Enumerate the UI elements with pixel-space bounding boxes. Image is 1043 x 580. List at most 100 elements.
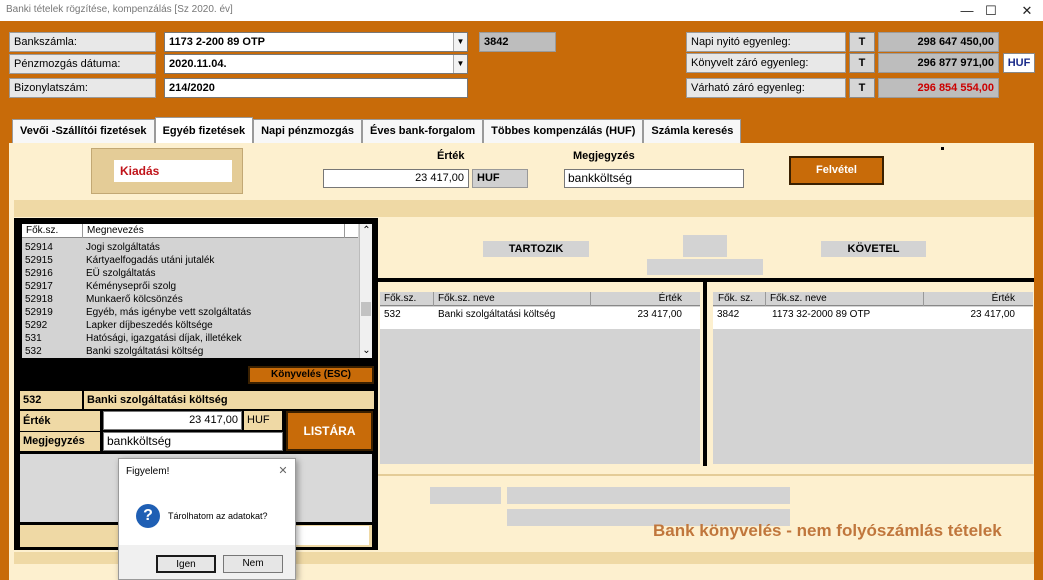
bankszamla-label: Bankszámla: — [9, 32, 156, 52]
account-list[interactable]: Fők.sz. Megnevezés 52914 Jogi szolgáltatá… — [22, 224, 372, 358]
listara-button[interactable]: LISTÁRA — [286, 411, 373, 451]
selected-ertek-input[interactable]: 23 417,00 — [103, 411, 242, 430]
kovetel-table: Fők. sz. Fők.sz. neve Érték 3842 1173 32… — [713, 292, 1033, 464]
no-button[interactable]: Nem — [223, 555, 283, 573]
bankszamla-code: 3842 — [479, 32, 556, 52]
col-megnevezes-header[interactable]: Megnevezés — [82, 224, 144, 238]
selected-ertek-label: Érték — [20, 411, 100, 431]
chevron-down-icon[interactable]: ▼ — [453, 55, 467, 73]
konyvelt-zaro-t-button[interactable]: T — [849, 53, 875, 73]
scroll-down-icon[interactable]: ⌄ — [360, 344, 373, 357]
bizonylat-label: Bizonylatszám: — [9, 78, 156, 98]
ertek-input[interactable]: 23 417,00 — [323, 169, 469, 188]
table-row[interactable]: 532 Banki szolgáltatási költség 23 417,0… — [380, 307, 700, 323]
ledger-bottom-rule — [378, 474, 1034, 476]
napi-nyito-t-button[interactable]: T — [849, 32, 875, 52]
yes-button[interactable]: Igen — [156, 555, 216, 573]
question-icon: ? — [136, 504, 160, 528]
dialog-close-icon[interactable]: ✕ — [275, 463, 291, 479]
center-gray-box — [683, 235, 727, 257]
title-bar: Banki tételek rögzítése, kompenzálás [Sz… — [0, 0, 1043, 21]
scroll-up-icon[interactable]: ⌃ — [360, 224, 373, 237]
account-rows: 52914 Jogi szolgáltatás 52915 Kártyaelfoga… — [22, 241, 358, 358]
penzmozgas-value: 2020.11.04. — [169, 58, 227, 70]
tab-szamla-kereses[interactable]: Számla keresés — [643, 119, 742, 144]
window-title: Banki tételek rögzítése, kompenzálás [Sz… — [6, 4, 233, 15]
selected-megjegyzes-label: Megjegyzés — [20, 432, 100, 451]
napi-nyito-label: Napi nyitó egyenleg: — [686, 32, 846, 52]
center-gray-bar — [647, 259, 763, 275]
megjegyzes-input[interactable]: bankköltség — [564, 169, 744, 188]
kovetel-col-ertek[interactable]: Érték — [923, 292, 1015, 306]
tab-eves-bank-forgalom[interactable]: Éves bank-forgalom — [362, 119, 484, 144]
tab-tobbes-kompenzalas[interactable]: Többes kompenzálás (HUF) — [483, 119, 644, 144]
table-row[interactable]: 3842 1173 32-2000 89 OTP 23 417,00 — [713, 307, 1033, 323]
kiadas-label: Kiadás — [114, 160, 232, 182]
divider-bar — [14, 200, 1034, 217]
bizonylat-input[interactable]: 214/2020 — [164, 78, 468, 98]
list-item[interactable]: 52914 Jogi szolgáltatás — [22, 241, 358, 254]
scroll-thumb[interactable] — [361, 302, 371, 316]
penzmozgas-label: Pénzmozgás dátuma: — [9, 54, 156, 74]
tartozik-col-name[interactable]: Fők.sz. neve — [433, 292, 495, 306]
bankszamla-select[interactable]: 1173 2-200 89 OTP ▼ — [164, 32, 468, 52]
kovetel-col-fokonyv[interactable]: Fők. sz. — [718, 292, 753, 306]
table-row-gap — [713, 323, 1033, 329]
tartozik-title: TARTOZIK — [483, 241, 589, 257]
selected-currency: HUF — [244, 411, 282, 430]
konyveles-button[interactable]: Könyvelés (ESC) — [248, 366, 374, 384]
kovetel-title: KÖVETEL — [821, 241, 926, 257]
tartozik-col-ertek[interactable]: Érték — [590, 292, 682, 306]
close-button[interactable]: ✕ — [1004, 0, 1043, 21]
summary-box-2 — [507, 487, 790, 504]
varhato-zaro-value: 296 854 554,00 — [878, 78, 999, 98]
konyvelt-zaro-label: Könyvelt záró egyenleg: — [686, 53, 846, 73]
tartozik-header: Fők.sz. Fők.sz. neve Érték — [380, 292, 700, 306]
footer-caption: Bank könyvelés - nem folyószámlás tétele… — [653, 521, 1002, 540]
kovetel-col-name[interactable]: Fők.sz. neve — [765, 292, 827, 306]
megjegyzes-label: Megjegyzés — [573, 150, 635, 162]
selected-megjegyzes-input[interactable]: bankköltség — [103, 432, 283, 451]
chevron-down-icon[interactable]: ▼ — [453, 33, 467, 51]
list-item[interactable]: 531 Hatósági, igazgatási díjak, illetékek — [22, 332, 358, 345]
varhato-zaro-t-button[interactable]: T — [849, 78, 875, 98]
dialog-title: Figyelem! — [126, 466, 170, 477]
ertek-label: Érték — [437, 150, 465, 162]
selected-name: Banki szolgáltatási költség — [84, 391, 374, 409]
list-item[interactable]: 52915 Kártyaelfogadás utáni jutalék — [22, 254, 358, 267]
varhato-zaro-label: Várható záró egyenleg: — [686, 78, 846, 98]
ertek-currency: HUF — [472, 169, 528, 188]
summary-box-1 — [430, 487, 501, 504]
penzmozgas-date-select[interactable]: 2020.11.04. ▼ — [164, 54, 468, 74]
list-item[interactable]: 532 Banki szolgáltatási költség — [22, 345, 358, 358]
tab-bar: Vevői -Szállítói fizetések Egyéb fizetés… — [12, 117, 742, 144]
kovetel-header: Fők. sz. Fők.sz. neve Érték — [713, 292, 1033, 306]
napi-nyito-value: 298 647 450,00 — [878, 32, 999, 52]
list-item[interactable]: 5292 Lapker díjbeszedés költsége — [22, 319, 358, 332]
confirm-dialog: Figyelem! ✕ ? Tárolhatom az adatokat? Ig… — [118, 458, 296, 580]
col-fokonyv-header[interactable]: Fők.sz. — [26, 224, 58, 238]
account-list-scrollbar[interactable]: ⌃ ⌄ — [359, 224, 372, 358]
ledger-center-rule — [703, 282, 707, 466]
col-divider — [344, 224, 345, 238]
tartozik-col-fokonyv[interactable]: Fők.sz. — [384, 292, 416, 306]
bankszamla-value: 1173 2-200 89 OTP — [169, 36, 266, 48]
kiadas-panel: Kiadás — [91, 148, 243, 194]
dot-marker — [941, 147, 944, 150]
konyvelt-zaro-value: 296 877 971,00 — [878, 53, 999, 73]
list-item[interactable]: 52918 Munkaerő kölcsönzés — [22, 293, 358, 306]
tab-egyeb-fizetesek[interactable]: Egyéb fizetések — [154, 117, 254, 144]
list-item[interactable]: 52917 Kéményseprői szolg — [22, 280, 358, 293]
selected-code: 532 — [20, 391, 82, 409]
felvetel-button[interactable]: Felvétel — [789, 156, 884, 185]
tartozik-table: Fők.sz. Fők.sz. neve Érték 532 Banki szo… — [380, 292, 700, 464]
list-item[interactable]: 52916 EÜ szolgáltatás — [22, 267, 358, 280]
header-panel: Bankszámla: 1173 2-200 89 OTP ▼ 3842 Pén… — [0, 21, 1043, 117]
table-row-gap — [380, 323, 700, 329]
currency-badge: HUF — [1003, 53, 1035, 73]
account-list-header: Fők.sz. Megnevezés — [22, 224, 358, 238]
dialog-message: Tárolhatom az adatokat? — [168, 511, 268, 521]
tab-napi-penzmozgas[interactable]: Napi pénzmozgás — [253, 119, 363, 144]
tab-vevoi-szallitoi[interactable]: Vevői -Szállítói fizetések — [12, 119, 155, 144]
list-item[interactable]: 52919 Egyéb, más igénybe vett szolgáltatá… — [22, 306, 358, 319]
